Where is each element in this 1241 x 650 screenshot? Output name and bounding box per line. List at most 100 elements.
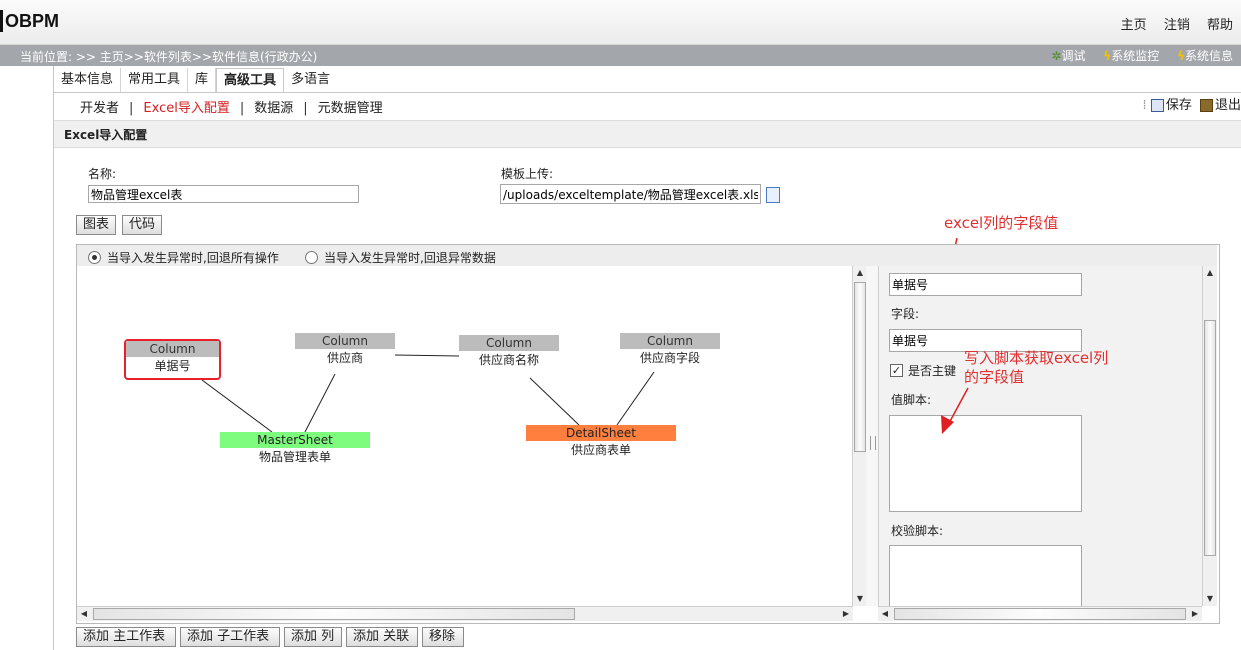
properties-vertical-scrollbar[interactable]: ▲ ▼	[1202, 266, 1217, 606]
annotation-script-line2: 的字段值	[964, 368, 1025, 386]
tab-advanced-tools[interactable]: 高级工具	[216, 68, 285, 93]
scroll-up-arrow[interactable]: ▲	[1203, 266, 1217, 280]
scroll-right-arrow[interactable]: ▶	[839, 607, 853, 621]
column-node-header: Column	[295, 333, 395, 349]
exit-label: 退出	[1214, 98, 1241, 113]
detail-sheet-node[interactable]: DetailSheet 供应商表单	[526, 425, 676, 459]
link-line[interactable]	[304, 373, 336, 433]
subnav-excel-import[interactable]: Excel导入配置	[143, 101, 229, 116]
separator: |	[239, 101, 245, 116]
exit-icon	[1199, 99, 1213, 112]
name-label: 名称:	[88, 167, 117, 181]
scroll-thumb[interactable]	[894, 608, 1186, 620]
subnav-developer[interactable]: 开发者	[80, 101, 119, 116]
scroll-thumb[interactable]	[854, 282, 866, 452]
rollback-abnormal-label: 当导入发生异常时,回退异常数据	[324, 251, 496, 265]
link-line[interactable]	[394, 354, 460, 357]
monitor-tool[interactable]: ϟ系统监控	[1103, 49, 1159, 63]
template-path-input[interactable]	[500, 184, 761, 204]
monitor-label: 系统监控	[1111, 49, 1160, 63]
panel-splitter[interactable]	[866, 266, 878, 606]
add-sub-sheet-button[interactable]: 添加 子工作表	[180, 627, 280, 647]
detail-sheet-label: 供应商表单	[570, 443, 631, 457]
tab-library[interactable]: 库	[188, 68, 217, 92]
scroll-down-arrow[interactable]: ▼	[853, 592, 867, 606]
canvas-vertical-scrollbar[interactable]: ▲ ▼	[852, 266, 867, 606]
column-node-header: Column	[459, 335, 559, 351]
rollback-all-option[interactable]: 当导入发生异常时,回退所有操作	[88, 249, 279, 266]
tab-multilanguage[interactable]: 多语言	[284, 68, 337, 92]
annotation-field-value: excel列的字段值	[944, 214, 1059, 232]
tab-basic-info[interactable]: 基本信息	[54, 68, 122, 92]
radio-selected[interactable]	[88, 251, 101, 264]
add-column-button[interactable]: 添加 列	[284, 627, 342, 647]
link-line[interactable]	[616, 371, 655, 426]
column-node-label: 单据号	[154, 359, 191, 373]
save-button[interactable]: 保存	[1150, 98, 1192, 113]
info-tool[interactable]: ϟ系统信息	[1177, 49, 1233, 63]
scroll-down-arrow[interactable]: ▼	[1203, 592, 1217, 606]
add-master-sheet-button[interactable]: 添加 主工作表	[76, 627, 176, 647]
scroll-left-arrow[interactable]: ◀	[77, 607, 91, 621]
app-logo: OBPM	[0, 10, 59, 32]
value-script-textarea[interactable]	[889, 415, 1082, 512]
separator: |	[303, 101, 308, 116]
detail-sheet-header: DetailSheet	[526, 425, 676, 441]
scroll-left-arrow[interactable]: ◀	[878, 607, 892, 621]
name-input[interactable]	[88, 185, 359, 203]
master-sheet-node[interactable]: MasterSheet 物品管理表单	[220, 432, 370, 466]
primary-key-label: 是否主键	[908, 364, 957, 378]
diagram-links	[201, 354, 655, 433]
diagram-canvas[interactable]: Column 单据号 Column 供应商 Column 供应商名称 Colum…	[77, 266, 853, 606]
template-label: 模板上传:	[501, 167, 554, 181]
system-tools: ✲调试 ϟ系统监控 ϟ系统信息	[1037, 47, 1233, 64]
scroll-thumb[interactable]	[93, 608, 575, 620]
column-value-input[interactable]	[889, 273, 1082, 296]
subnav-metadata[interactable]: 元数据管理	[318, 101, 383, 116]
column-node-label: 供应商名称	[478, 353, 539, 367]
master-sheet-header: MasterSheet	[220, 432, 370, 448]
location-bar: 当前位置: >> 主页>>软件列表>>软件信息(行政办公) ✲调试 ϟ系统监控 …	[0, 45, 1241, 66]
column-node[interactable]: Column 供应商名称	[459, 335, 559, 369]
column-node-label: 供应商	[326, 351, 363, 365]
home-link[interactable]: 主页	[1121, 18, 1147, 33]
main-tabs: 基本信息 常用工具 库 高级工具 多语言	[54, 68, 337, 93]
column-node-header: Column	[126, 341, 219, 357]
properties-horizontal-scrollbar[interactable]: ◀ ▶	[878, 606, 1202, 621]
validate-script-textarea[interactable]	[889, 545, 1082, 607]
breadcrumb: 当前位置: >> 主页>>软件列表>>软件信息(行政办公)	[20, 50, 318, 64]
tab-common-tools[interactable]: 常用工具	[121, 68, 189, 92]
rollback-abnormal-option[interactable]: 当导入发生异常时,回退异常数据	[305, 249, 496, 266]
code-view-button[interactable]: 代码	[122, 215, 163, 235]
link-line[interactable]	[529, 377, 580, 426]
primary-key-option[interactable]: ✓ 是否主键	[890, 362, 956, 379]
link-line[interactable]	[201, 379, 273, 433]
scroll-up-arrow[interactable]: ▲	[853, 266, 867, 280]
remove-button[interactable]: 移除	[422, 627, 464, 647]
page-actions: ⁞ 保存 退出	[1143, 94, 1241, 113]
help-link[interactable]: 帮助	[1207, 18, 1233, 33]
chart-view-button[interactable]: 图表	[76, 215, 117, 235]
subnav-datasource[interactable]: 数据源	[254, 101, 293, 116]
debug-tool[interactable]: ✲调试	[1051, 49, 1085, 63]
value-script-label: 值脚本:	[891, 393, 932, 407]
column-node-label: 供应商字段	[639, 351, 700, 365]
column-node[interactable]: Column 供应商字段	[620, 333, 720, 367]
primary-key-checkbox[interactable]: ✓	[890, 364, 903, 377]
scroll-right-arrow[interactable]: ▶	[1188, 607, 1202, 621]
lightning-icon: ϟ	[1177, 49, 1185, 63]
canvas-horizontal-scrollbar[interactable]: ◀ ▶	[77, 606, 853, 621]
section-header: Excel导入配置	[54, 120, 1241, 148]
column-node-selected[interactable]: Column 单据号	[124, 339, 221, 380]
scroll-thumb[interactable]	[1204, 320, 1216, 556]
exit-button[interactable]: 退出	[1199, 98, 1241, 113]
upload-icon[interactable]	[766, 187, 780, 203]
column-node[interactable]: Column 供应商	[295, 333, 395, 367]
radio-unselected[interactable]	[305, 251, 318, 264]
header-links: 主页 注销 帮助	[1108, 14, 1233, 33]
add-relation-button[interactable]: 添加 关联	[346, 627, 418, 647]
tab-underline	[54, 92, 1241, 93]
field-label: 字段:	[891, 307, 920, 321]
logout-link[interactable]: 注销	[1164, 18, 1190, 33]
debug-label: 调试	[1061, 49, 1086, 63]
